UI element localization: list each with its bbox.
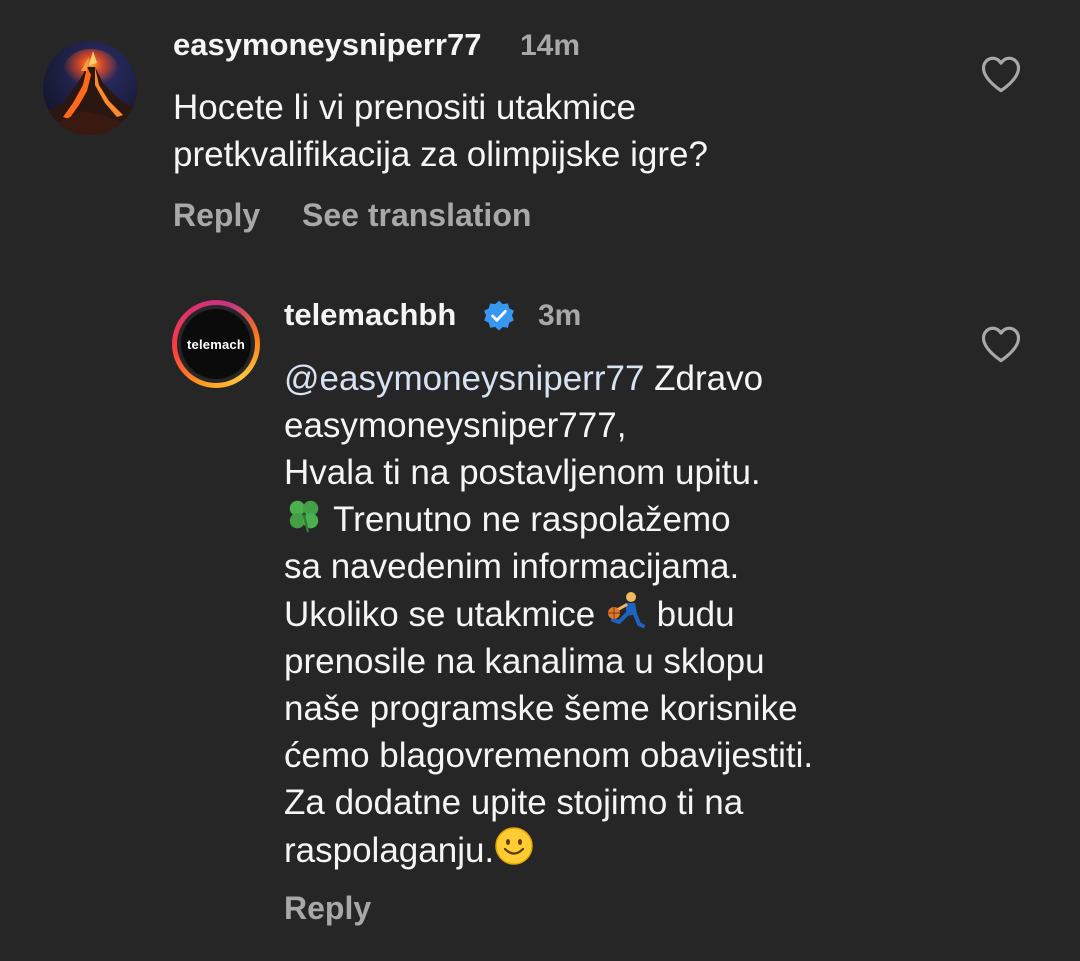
- verified-badge-icon: [484, 300, 514, 331]
- telemach-logo: telemach: [187, 336, 245, 352]
- comment-line-6: Ukoliko se utakmice budu: [284, 590, 984, 638]
- user-avatar: telemach: [181, 309, 251, 379]
- comment-text-segment: budu: [646, 595, 735, 634]
- comment-line-11: raspolaganju.: [284, 826, 984, 874]
- like-heart-icon[interactable]: [980, 324, 1022, 364]
- user-avatar-story-ring[interactable]: telemach: [172, 300, 260, 388]
- comment-line-9: ćemo blagovremenom obavijestiti.: [284, 736, 814, 775]
- comment-line-1: @easymoneysniperr77 Zdravo: [284, 355, 984, 402]
- reply-button[interactable]: Reply: [284, 890, 371, 927]
- volcano-avatar-icon: [43, 49, 137, 135]
- reply-button[interactable]: Reply: [173, 197, 260, 234]
- comment-username[interactable]: easymoneysniperr77: [173, 27, 481, 63]
- like-heart-icon[interactable]: [980, 54, 1022, 94]
- comment-username[interactable]: telemachbh: [284, 297, 456, 333]
- four-leaf-clover-icon: [289, 500, 319, 533]
- comment-text-segment: raspolaganju.: [284, 831, 495, 870]
- comment-line-5: sa navedenim informacijama.: [284, 547, 740, 586]
- comment-timestamp: 3m: [538, 299, 582, 332]
- user-avatar[interactable]: [43, 41, 137, 135]
- comment-text-segment: Ukoliko se utakmice: [284, 595, 605, 634]
- comment-timestamp: 14m: [520, 29, 581, 62]
- comment-text-segment: Trenutno ne raspolažemo: [324, 500, 731, 539]
- comment-text-segment: Zdravo: [644, 359, 764, 398]
- comment-line-3: Hvala ti na postavljenom upitu.: [284, 453, 761, 492]
- comment-text: Hocete li vi prenositi utakmice pretkval…: [173, 88, 708, 174]
- see-translation-button[interactable]: See translation: [302, 197, 531, 234]
- person-bouncing-ball-icon: [607, 592, 645, 628]
- comment-line-10: Za dodatne upite stojimo ti na: [284, 783, 744, 822]
- comment-line-7: prenosile na kanalima u sklopu: [284, 642, 765, 681]
- mention-link[interactable]: @easymoneysniperr77: [284, 359, 644, 398]
- comment-text: @easymoneysniperr77 Zdravo easymoneysnip…: [284, 355, 984, 874]
- comment-line-2: easymoneysniper777,: [284, 406, 627, 445]
- comment-line-4: Trenutno ne raspolažemo: [284, 496, 984, 543]
- smiling-face-icon: [495, 827, 533, 865]
- comment-line-8: naše programske šeme korisnike: [284, 689, 798, 728]
